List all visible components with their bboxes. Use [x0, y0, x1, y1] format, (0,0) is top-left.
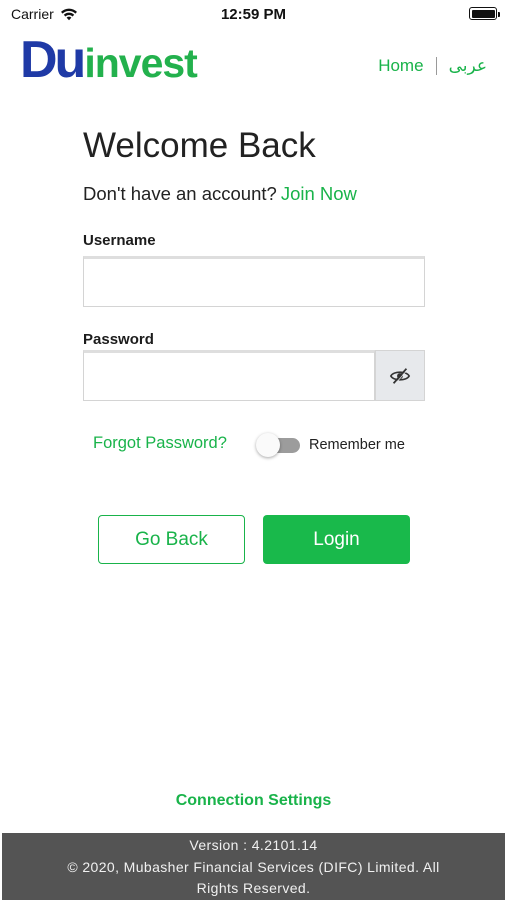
- password-input[interactable]: [83, 350, 375, 401]
- username-input[interactable]: [83, 256, 425, 307]
- version-text: Version : 4.2101.14: [189, 837, 318, 853]
- remember-me-label: Remember me: [309, 437, 405, 453]
- signup-prompt-line: Don't have an account? Join Now: [83, 183, 357, 205]
- connection-settings-link[interactable]: Connection Settings: [0, 792, 507, 810]
- username-label: Username: [83, 232, 156, 249]
- duinvest-logo: Du invest: [20, 31, 198, 89]
- copyright-line-2: Rights Reserved.: [196, 880, 311, 896]
- page-title: Welcome Back: [83, 126, 316, 165]
- toggle-password-visibility-button[interactable]: [375, 350, 425, 401]
- status-bar: Carrier 12:59 PM: [0, 0, 507, 28]
- password-label: Password: [83, 331, 154, 348]
- signup-prompt-text: Don't have an account?: [83, 183, 277, 204]
- join-now-link[interactable]: Join Now: [281, 183, 357, 204]
- copyright-line-1: © 2020, Mubasher Financial Services (DIF…: [67, 858, 440, 875]
- footer: Version : 4.2101.14 © 2020, Mubasher Fin…: [2, 833, 505, 900]
- top-nav: Home عربى: [378, 56, 487, 76]
- logo-invest-text: invest: [84, 40, 197, 86]
- arabic-language-link[interactable]: عربى: [449, 56, 487, 76]
- forgot-password-link[interactable]: Forgot Password?: [93, 434, 227, 453]
- login-button[interactable]: Login: [263, 515, 410, 564]
- nav-divider: [435, 57, 437, 75]
- go-back-button[interactable]: Go Back: [98, 515, 245, 564]
- home-link[interactable]: Home: [378, 56, 423, 76]
- logo-du-text: Du: [20, 31, 86, 89]
- eye-slash-icon: [389, 367, 411, 385]
- remember-me-toggle[interactable]: [256, 433, 300, 457]
- status-time: 12:59 PM: [220, 6, 287, 23]
- battery-icon: [469, 7, 500, 20]
- toggle-knob: [256, 433, 280, 457]
